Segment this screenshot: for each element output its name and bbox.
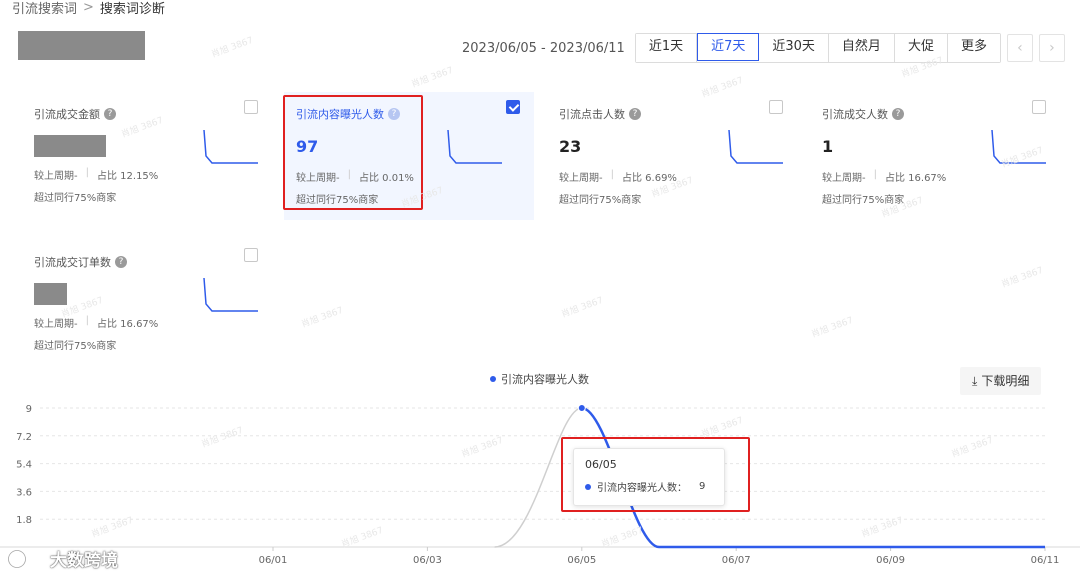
legend-dot bbox=[490, 376, 496, 382]
metric-share: 占比 16.67% bbox=[96, 319, 159, 330]
help-icon[interactable]: ? bbox=[629, 108, 641, 120]
metric-checkbox[interactable] bbox=[769, 100, 783, 114]
trend-line-chart[interactable]: 9 7.2 5.4 3.6 1.8 06/01 06/03 06/05 06/07 06/09 06… bbox=[0, 395, 1080, 578]
data-point-highlight bbox=[577, 404, 586, 412]
metric-share: 占比 12.15% bbox=[96, 171, 159, 182]
x-tick-label: 06/11 bbox=[1031, 555, 1060, 566]
tooltip-value: 9 bbox=[699, 481, 706, 492]
period-button-1d[interactable]: 近1天 bbox=[635, 34, 698, 62]
metric-share: 占比 16.67% bbox=[884, 173, 947, 184]
date-range-label[interactable]: 2023/06/05 - 2023/06/11 bbox=[462, 41, 625, 56]
sparkline bbox=[447, 129, 502, 164]
watermark-text: 肖旭 3867 bbox=[560, 295, 605, 321]
metric-rank: 超过同行75%商家 bbox=[34, 193, 117, 204]
sparkline bbox=[728, 129, 783, 164]
tooltip-label: 引流内容曝光人数： bbox=[597, 483, 687, 494]
download-label: 下载明细 bbox=[981, 374, 1030, 388]
metric-card-orders[interactable]: 引流成交订单数? 较上周期- | 占比 16.67% 超过同行75%商家 bbox=[22, 240, 272, 368]
sparkline bbox=[203, 277, 258, 312]
download-detail-button[interactable]: ⤓ 下载明细 bbox=[960, 367, 1042, 395]
metric-card-clicks[interactable]: 引流点击人数? 23 较上周期- | 占比 6.69% 超过同行75%商家 bbox=[547, 92, 797, 220]
redacted-value bbox=[34, 135, 106, 157]
watermark-text: 肖旭 3867 bbox=[1000, 265, 1045, 291]
period-button-more[interactable]: 更多 bbox=[947, 34, 1000, 62]
logo-text: 大数跨境 bbox=[50, 551, 118, 571]
metric-rank: 超过同行75%商家 bbox=[559, 195, 642, 206]
x-tick-label: 06/09 bbox=[876, 555, 905, 566]
y-tick-label: 7.2 bbox=[16, 432, 32, 443]
metric-title: 引流成交人数 bbox=[822, 108, 888, 121]
chart-legend[interactable]: 引流内容曝光人数 bbox=[490, 371, 589, 387]
metric-checkbox[interactable] bbox=[244, 248, 258, 262]
tooltip-dot bbox=[585, 483, 591, 490]
period-segmented-control: 近1天 近7天 近30天 自然月 大促 更多 bbox=[634, 33, 1001, 63]
chart-tooltip: 06/05 引流内容曝光人数： 9 bbox=[573, 448, 725, 506]
divider: | bbox=[85, 315, 89, 326]
x-tick-label: 06/01 bbox=[259, 555, 288, 566]
y-tick-label: 1.8 bbox=[16, 515, 32, 526]
help-icon[interactable]: ? bbox=[388, 108, 400, 120]
x-tick-label: 06/05 bbox=[567, 555, 596, 566]
divider: | bbox=[85, 167, 89, 178]
help-icon[interactable]: ? bbox=[104, 108, 116, 120]
metric-rank: 超过同行75%商家 bbox=[34, 341, 117, 352]
watermark-text: 肖旭 3867 bbox=[810, 315, 855, 341]
period-button-7d[interactable]: 近7天 bbox=[697, 33, 760, 61]
logo-icon bbox=[8, 549, 41, 568]
redacted-title-block bbox=[18, 31, 145, 60]
x-tick-label: 06/03 bbox=[413, 555, 442, 566]
breadcrumb-separator: > bbox=[83, 0, 94, 15]
divider: | bbox=[873, 169, 877, 180]
metric-title: 引流成交金额 bbox=[34, 108, 100, 121]
prev-period-button[interactable]: ‹ bbox=[1006, 34, 1033, 62]
metric-compare: 较上周期- bbox=[34, 171, 78, 182]
breadcrumb-current: 搜索词诊断 bbox=[99, 2, 165, 17]
divider: | bbox=[610, 169, 614, 180]
legend-label: 引流内容曝光人数 bbox=[501, 373, 589, 386]
period-button-month[interactable]: 自然月 bbox=[828, 34, 895, 62]
y-tick-label: 5.4 bbox=[16, 460, 32, 471]
watermark-text: 肖旭 3867 bbox=[210, 35, 255, 61]
watermark-text: 肖旭 3867 bbox=[410, 65, 455, 91]
sparkline bbox=[203, 129, 258, 164]
breadcrumb: 引流搜索词 > 搜索词诊断 bbox=[12, 0, 165, 17]
metric-compare: 较上周期- bbox=[296, 173, 340, 184]
metric-checkbox[interactable] bbox=[244, 100, 258, 114]
help-icon[interactable]: ? bbox=[892, 108, 904, 120]
date-filter-bar: 2023/06/05 - 2023/06/11 近1天 近7天 近30天 自然月… bbox=[462, 33, 1065, 63]
divider: | bbox=[347, 169, 351, 180]
breadcrumb-parent[interactable]: 引流搜索词 bbox=[12, 0, 77, 17]
watermark-text: 肖旭 3867 bbox=[300, 305, 345, 331]
metric-title: 引流成交订单数 bbox=[34, 256, 111, 269]
y-tick-label: 9 bbox=[26, 404, 32, 415]
x-tick-label: 06/07 bbox=[722, 555, 751, 566]
period-button-30d[interactable]: 近30天 bbox=[759, 34, 829, 62]
metric-share: 占比 0.01% bbox=[358, 173, 414, 184]
brand-logo: 大数跨境 bbox=[8, 546, 118, 571]
metric-card-deal-amount[interactable]: 引流成交金额? 较上周期- | 占比 12.15% 超过同行75%商家 bbox=[22, 92, 272, 220]
next-period-button[interactable]: › bbox=[1038, 34, 1065, 62]
redacted-value bbox=[34, 283, 67, 305]
metric-compare: 较上周期- bbox=[559, 173, 603, 184]
metric-compare: 较上周期- bbox=[822, 173, 866, 184]
series-line-comparison bbox=[494, 407, 582, 548]
tooltip-date: 06/05 bbox=[585, 458, 617, 471]
metric-checkbox[interactable] bbox=[506, 100, 520, 114]
help-icon[interactable]: ? bbox=[115, 256, 127, 268]
metric-checkbox[interactable] bbox=[1032, 100, 1046, 114]
y-tick-label: 3.6 bbox=[16, 487, 32, 498]
metric-rank: 超过同行75%商家 bbox=[822, 195, 905, 206]
download-icon: ⤓ bbox=[972, 374, 978, 388]
metric-title: 引流点击人数 bbox=[559, 108, 625, 121]
metric-title: 引流内容曝光人数 bbox=[296, 108, 384, 121]
